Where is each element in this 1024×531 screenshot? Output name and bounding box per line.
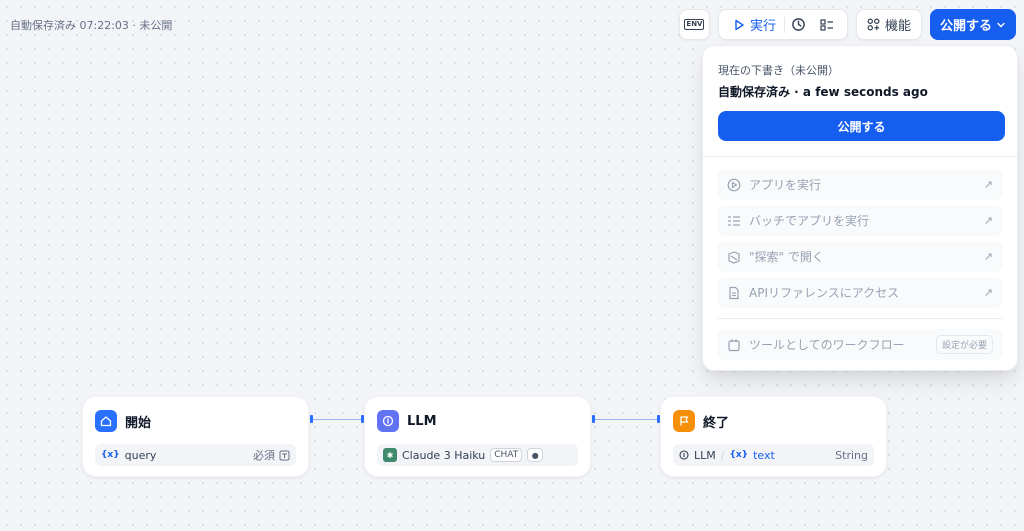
external-arrow-icon: ↗ — [983, 250, 993, 263]
external-arrow-icon: ↗ — [983, 214, 993, 227]
required-label: 必須 — [253, 449, 275, 462]
feature-button[interactable]: 機能 — [855, 9, 922, 40]
llm-icon — [377, 410, 399, 432]
text-input-icon — [279, 450, 290, 460]
end-node-title: 終了 — [703, 415, 730, 431]
variable-icon: {x} — [101, 450, 120, 460]
publish-dropdown: 現在の下書き（未公開） 自動保存済み · a few seconds ago 公… — [702, 45, 1018, 371]
llm-node[interactable]: LLM ✱ Claude 3 Haiku CHAT ● — [364, 396, 591, 477]
run-app-item[interactable]: アプリを実行 ↗ — [717, 169, 1003, 200]
chat-mode-badge: CHAT — [490, 448, 523, 462]
variable-icon: {x} — [729, 450, 749, 460]
publish-button[interactable]: 公開する — [929, 9, 1016, 40]
llm-node-title: LLM — [407, 413, 437, 429]
publish-label: 公開する — [939, 19, 992, 34]
play-circle-icon — [727, 178, 741, 191]
draft-section: 現在の下書き（未公開） 自動保存済み · a few seconds ago 公… — [703, 46, 1017, 157]
start-node-title: 開始 — [125, 415, 152, 431]
dropdown-publish-button[interactable]: 公開する — [718, 111, 1005, 141]
edge-llm-end — [595, 419, 658, 420]
history-button[interactable] — [785, 17, 813, 32]
path-separator: / — [720, 448, 725, 462]
run-group: 実行 — [717, 9, 848, 40]
workflow-as-tool-label: ツールとしてのワークフロー — [749, 338, 905, 352]
document-icon — [729, 286, 739, 299]
end-flag-icon — [673, 410, 695, 432]
variable-name: query — [124, 448, 157, 462]
run-app-label: アプリを実行 — [749, 178, 822, 192]
llm-source-icon — [679, 450, 689, 460]
feature-grid-icon — [867, 18, 880, 31]
env-icon: ENV — [684, 19, 705, 30]
checklist-button[interactable] — [813, 18, 841, 32]
home-icon — [95, 410, 117, 432]
autosave-status: 自動保存済み 07:22:03 · 未公開 — [10, 19, 173, 32]
output-variable-row[interactable]: LLM / {x} text String — [673, 444, 874, 466]
action-list: アプリを実行 ↗ バッチでアプリを実行 ↗ "探索" で開く ↗ APIリファレ… — [703, 157, 1017, 377]
play-icon — [735, 19, 744, 30]
workflow-as-tool-item[interactable]: ツールとしてのワークフロー 設定が必要 — [717, 329, 1003, 360]
explore-item[interactable]: "探索" で開く ↗ — [717, 241, 1003, 272]
output-type: String — [835, 448, 868, 462]
output-variable-name: text — [753, 448, 775, 462]
end-node[interactable]: 終了 LLM / {x} text String — [660, 396, 887, 477]
explore-label: "探索" で開く — [749, 250, 824, 264]
feature-label: 機能 — [884, 19, 911, 34]
start-variable-row[interactable]: {x} query 必須 — [95, 444, 296, 466]
batch-run-label: バッチでアプリを実行 — [749, 214, 870, 228]
saved-status: 自動保存済み · a few seconds ago — [718, 85, 928, 99]
tool-calendar-icon — [728, 339, 740, 351]
batch-list-icon — [728, 215, 740, 226]
explore-icon — [728, 250, 740, 264]
history-clock-icon — [792, 18, 806, 31]
api-reference-item[interactable]: APIリファレンスにアクセス ↗ — [717, 277, 1003, 308]
external-arrow-icon: ↗ — [983, 286, 993, 299]
env-button[interactable]: ENV — [678, 9, 710, 40]
run-label: 実行 — [749, 19, 776, 34]
run-button[interactable]: 実行 — [725, 10, 784, 39]
chevron-down-icon — [997, 22, 1005, 27]
batch-run-item[interactable]: バッチでアプリを実行 ↗ — [717, 205, 1003, 236]
config-required-badge: 設定が必要 — [935, 335, 993, 354]
edge-start-llm — [313, 419, 362, 420]
api-reference-label: APIリファレンスにアクセス — [749, 286, 900, 300]
dropdown-divider — [717, 318, 1003, 319]
draft-label: 現在の下書き（未公開） — [718, 64, 839, 77]
model-provider-icon: ✱ — [383, 448, 397, 462]
model-row[interactable]: ✱ Claude 3 Haiku CHAT ● — [377, 444, 578, 466]
model-name: Claude 3 Haiku — [402, 448, 486, 462]
external-arrow-icon: ↗ — [983, 178, 993, 191]
top-toolbar: ENV 実行 機能 公開する — [678, 9, 1016, 40]
source-node-name: LLM — [694, 448, 716, 462]
checklist-icon — [820, 18, 833, 31]
vision-eye-icon: ● — [527, 448, 544, 462]
start-node[interactable]: 開始 {x} query 必須 — [82, 396, 309, 477]
